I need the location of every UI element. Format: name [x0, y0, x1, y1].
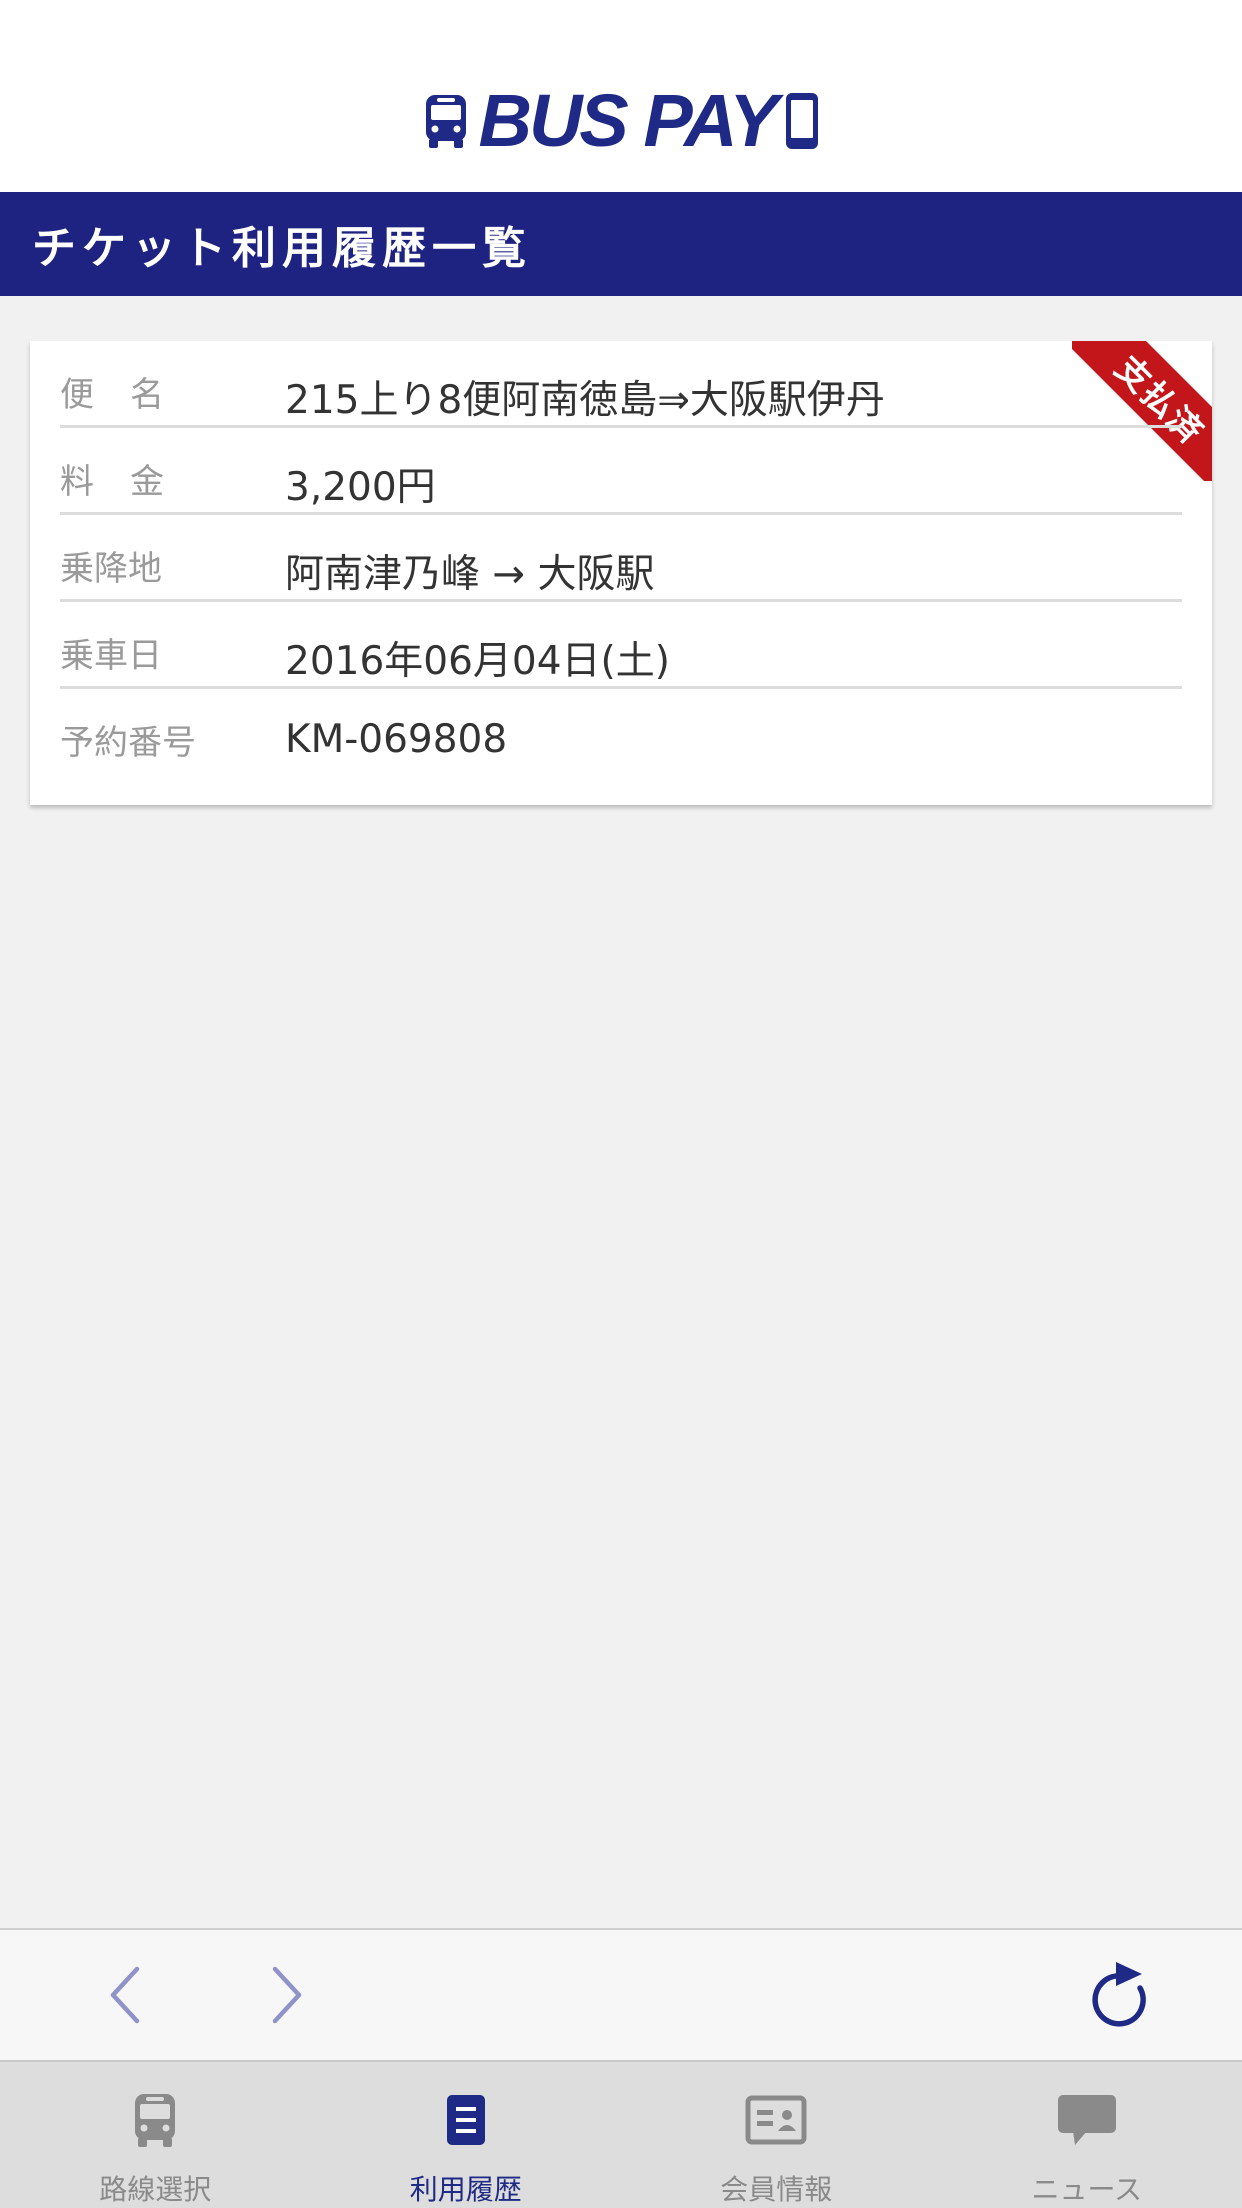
- ticket-row-service: 便名 215上り8便阿南徳島⇒大阪駅伊丹: [60, 341, 1182, 428]
- stops-label: 乗降地: [60, 549, 162, 589]
- member-card-icon: [745, 2095, 807, 2145]
- tab-usage-history-label: 利用履歴: [409, 2173, 522, 2206]
- tab-member-info-label: 会員情報: [720, 2173, 833, 2206]
- app-header: BUS PAY: [0, 0, 1242, 192]
- reload-button[interactable]: [1082, 1958, 1156, 2032]
- ticket-row-date: 乗車日 2016年06月04日(土): [60, 602, 1182, 689]
- reservation-number-label: 予約番号: [60, 723, 196, 763]
- page-title-bar: チケット利用履歴一覧: [0, 192, 1242, 296]
- ticket-row-fare: 料金 3,200円: [60, 428, 1182, 515]
- tab-news[interactable]: ニュース: [932, 2062, 1242, 2208]
- service-name-label: 便名: [60, 375, 200, 415]
- chevron-right-icon: [272, 1966, 302, 2024]
- reservation-number-value: KM-069808: [285, 717, 508, 762]
- fare-label: 料金: [60, 462, 200, 502]
- stops-value: 阿南津乃峰 → 大阪駅: [285, 552, 655, 597]
- fare-value: 3,200円: [285, 465, 436, 510]
- ticket-card[interactable]: 支払済 便名 215上り8便阿南徳島⇒大阪駅伊丹 料金 3,200円 乗降地 阿…: [30, 341, 1212, 805]
- ticket-row-reservation: 予約番号 KM-069808: [60, 689, 1182, 776]
- bus-icon: [135, 2094, 176, 2147]
- browser-nav-bar: [0, 1928, 1242, 2060]
- bus-icon: [425, 95, 466, 148]
- tab-member-info[interactable]: 会員情報: [621, 2062, 932, 2208]
- bus-pay-logo: BUS PAY: [423, 84, 820, 158]
- service-name-value: 215上り8便阿南徳島⇒大阪駅伊丹: [285, 378, 885, 423]
- page-title: チケット利用履歴一覧: [32, 223, 532, 274]
- tab-news-label: ニュース: [1031, 2173, 1143, 2206]
- boarding-date-value: 2016年06月04日(土): [285, 639, 670, 684]
- tab-usage-history[interactable]: 利用履歴: [311, 2062, 622, 2208]
- chat-bubble-icon: [1057, 2095, 1116, 2145]
- chevron-left-icon: [110, 1966, 140, 2024]
- boarding-date-label: 乗車日: [60, 636, 162, 676]
- back-button[interactable]: [90, 1960, 160, 2030]
- reload-icon: [1092, 1962, 1146, 2027]
- smartphone-icon: [786, 93, 819, 149]
- tab-route-select-label: 路線選択: [99, 2173, 212, 2206]
- bottom-tab-bar: 路線選択 利用履歴 会員情報 ニュース: [0, 2060, 1242, 2208]
- history-list-icon: [446, 2095, 485, 2145]
- ticket-row-stops: 乗降地 阿南津乃峰 → 大阪駅: [60, 515, 1182, 602]
- logo-text: BUS PAY: [478, 79, 779, 162]
- tab-route-select[interactable]: 路線選択: [0, 2062, 311, 2208]
- forward-button[interactable]: [252, 1960, 322, 2030]
